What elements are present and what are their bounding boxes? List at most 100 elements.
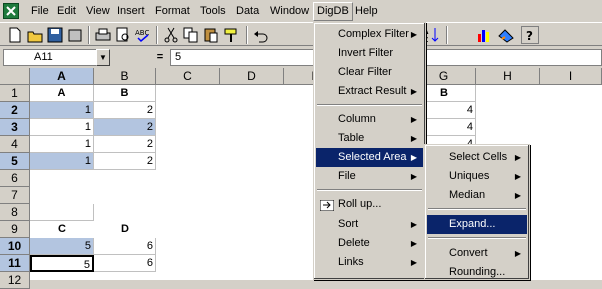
column-header-h[interactable]: H: [476, 68, 540, 85]
column-header-b[interactable]: B: [94, 68, 156, 85]
print-icon[interactable]: [94, 26, 112, 44]
menu-item-label: Column: [338, 113, 376, 125]
cell-a4[interactable]: 1: [30, 136, 94, 153]
menu-item-expand[interactable]: Expand...: [427, 215, 527, 234]
row-header-4[interactable]: 4: [0, 136, 30, 153]
submenu-arrow-icon: ▶: [410, 220, 417, 229]
menu-help[interactable]: Help: [352, 3, 381, 20]
column-header-d[interactable]: D: [220, 68, 284, 85]
menu-digdb[interactable]: DigDB: [313, 2, 353, 21]
menu-item-complex-filter[interactable]: Complex Filter ▶: [316, 25, 423, 44]
menu-item-label: Convert: [449, 247, 488, 259]
submenu-arrow-icon: ▶: [514, 153, 521, 162]
submenu-arrow-icon: ▶: [410, 172, 417, 181]
cell-a3[interactable]: 1: [30, 119, 94, 136]
menu-insert[interactable]: Insert: [114, 3, 148, 20]
menu-item-label: Select Cells: [449, 151, 508, 163]
cell-b9[interactable]: D: [94, 204, 156, 238]
cell-b5[interactable]: 2: [94, 153, 156, 170]
row-header-2[interactable]: 2: [0, 102, 30, 119]
menu-item-clear-filter[interactable]: Clear Filter: [316, 63, 423, 82]
menu-edit[interactable]: Edit: [54, 3, 79, 20]
menu-item-file[interactable]: File ▶: [316, 167, 423, 186]
help-icon[interactable]: ?: [521, 26, 539, 44]
name-box[interactable]: A11: [3, 49, 97, 66]
cell-a9[interactable]: C: [30, 204, 94, 238]
format-painter-icon[interactable]: [222, 26, 240, 44]
menu-item-extract-result[interactable]: Extract Result ▶: [316, 82, 423, 101]
undo-icon[interactable]: [252, 26, 270, 44]
submenu-arrow-icon: ▶: [410, 30, 417, 39]
cell-a2[interactable]: 1: [30, 102, 94, 119]
cell-b11[interactable]: 6: [94, 255, 156, 272]
cell-b2[interactable]: 2: [94, 102, 156, 119]
cell-a5[interactable]: 1: [30, 153, 94, 170]
menu-window[interactable]: Window: [267, 3, 312, 20]
permission-icon[interactable]: [66, 26, 84, 44]
menu-item-invert-filter[interactable]: Invert Filter: [316, 44, 423, 63]
column-header-i[interactable]: I: [540, 68, 602, 85]
cell-b3[interactable]: 2: [94, 119, 156, 136]
toolbar-separator: [156, 26, 158, 44]
submenu-arrow-icon: ▶: [514, 172, 521, 181]
menu-format[interactable]: Format: [152, 3, 193, 20]
digdb-dropdown-menu: Complex Filter ▶ Invert Filter Clear Filt…: [313, 22, 426, 280]
open-icon[interactable]: [26, 26, 44, 44]
row-header-3[interactable]: 3: [0, 119, 30, 136]
row-header-10[interactable]: 10: [0, 238, 30, 255]
menu-item-rounding[interactable]: Rounding...: [427, 263, 527, 282]
select-all-corner[interactable]: [0, 68, 30, 85]
row-header-8[interactable]: 8: [0, 204, 30, 221]
row-header-9[interactable]: 9: [0, 221, 30, 238]
column-header-a[interactable]: A: [30, 68, 94, 85]
menu-bar: File Edit View Insert Format Tools Data …: [0, 0, 602, 22]
cut-icon[interactable]: [162, 26, 180, 44]
chart-wizard-icon[interactable]: [475, 26, 493, 44]
menu-item-links[interactable]: Links ▶: [316, 253, 423, 272]
menu-view[interactable]: View: [83, 3, 113, 20]
standard-toolbar: ABC ▼ AZ ? » 8: [0, 22, 602, 66]
menu-data[interactable]: Data: [233, 3, 262, 20]
save-icon[interactable]: [46, 26, 64, 44]
toolbar-separator: [446, 26, 448, 44]
row-header-7[interactable]: 7: [0, 187, 30, 204]
menu-item-label: Roll up...: [338, 198, 382, 210]
print-preview-icon[interactable]: [114, 26, 132, 44]
cell-a1[interactable]: A: [30, 85, 94, 102]
excel-app-icon[interactable]: [3, 3, 19, 19]
copy-icon[interactable]: [182, 26, 200, 44]
menu-item-label: Extract Result: [338, 85, 407, 97]
menu-item-sort[interactable]: Sort ▶: [316, 215, 423, 234]
menu-separator: [428, 208, 526, 210]
menu-item-roll-up[interactable]: Roll up...: [316, 195, 423, 214]
menu-item-column[interactable]: Column ▶: [316, 110, 423, 129]
new-icon[interactable]: [6, 26, 24, 44]
paste-icon[interactable]: [202, 26, 220, 44]
cell-b1[interactable]: B: [94, 85, 156, 102]
menu-item-convert[interactable]: Convert ▶: [427, 244, 527, 263]
name-box-dropdown-icon[interactable]: ▼: [96, 49, 110, 66]
menu-item-median[interactable]: Median ▶: [427, 186, 527, 205]
row-header-11[interactable]: 11: [0, 255, 30, 272]
row-header-12[interactable]: 12: [0, 272, 30, 289]
cell-b10[interactable]: 6: [94, 238, 156, 255]
menu-tools[interactable]: Tools: [197, 3, 229, 20]
spelling-icon[interactable]: ABC: [134, 26, 152, 44]
menu-item-selected-area[interactable]: Selected Area ▶: [316, 148, 423, 167]
menu-separator: [428, 237, 526, 239]
column-header-c[interactable]: C: [156, 68, 220, 85]
row-header-5[interactable]: 5: [0, 153, 30, 170]
cell-b4[interactable]: 2: [94, 136, 156, 153]
menu-item-select-cells[interactable]: Select Cells ▶: [427, 148, 527, 167]
menu-item-table[interactable]: Table ▶: [316, 129, 423, 148]
drawing-icon[interactable]: [497, 26, 515, 44]
menu-item-label: File: [338, 170, 356, 182]
cell-a11-active[interactable]: 5: [30, 255, 94, 272]
cell-a10[interactable]: 5: [30, 238, 94, 255]
row-header-1[interactable]: 1: [0, 85, 30, 102]
row-header-6[interactable]: 6: [0, 170, 30, 187]
submenu-arrow-icon: ▶: [514, 191, 521, 200]
menu-item-delete[interactable]: Delete ▶: [316, 234, 423, 253]
menu-file[interactable]: File: [28, 3, 52, 20]
menu-item-uniques[interactable]: Uniques ▶: [427, 167, 527, 186]
